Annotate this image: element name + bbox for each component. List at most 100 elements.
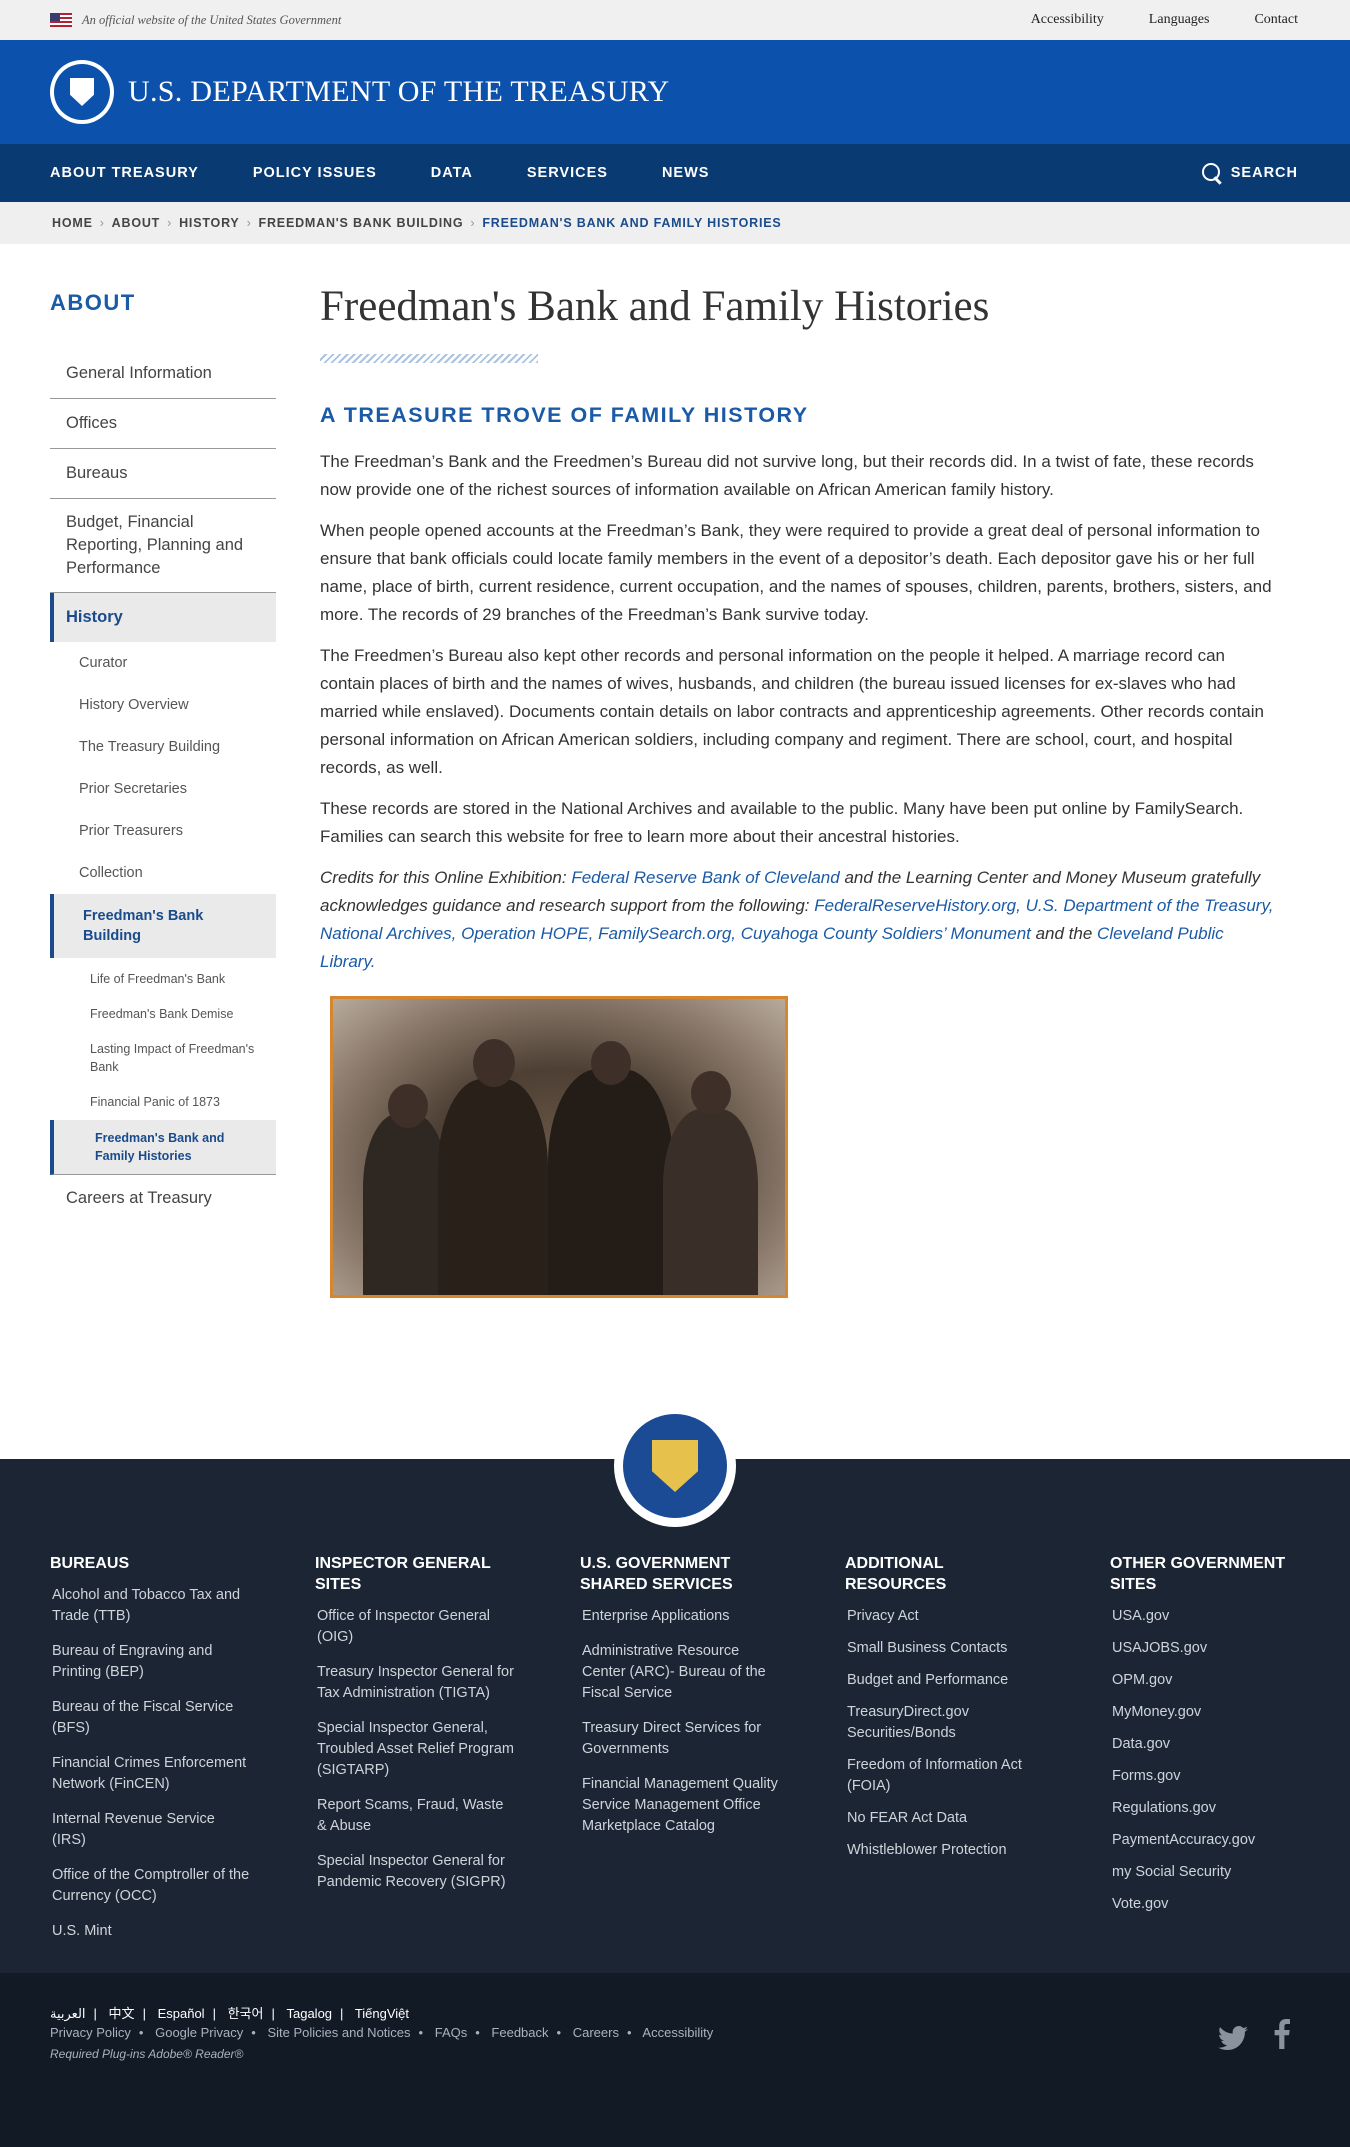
language-link-arabic[interactable]: العربية: [50, 2006, 86, 2021]
footer-link[interactable]: TreasuryDirect.gov Securities/Bonds: [845, 1702, 1045, 1744]
search-label: SEARCH: [1230, 165, 1298, 181]
shield-icon: [70, 78, 94, 106]
language-link-vietnamese[interactable]: TiếngViệt: [355, 2006, 409, 2021]
search-icon: [1201, 162, 1223, 184]
privacy-policy-link[interactable]: Privacy Policy: [50, 2025, 131, 2040]
sidebar-sub2-family-histories[interactable]: Freedman's Bank and Family Histories: [50, 1120, 276, 1175]
footer-link[interactable]: Whistleblower Protection: [845, 1840, 1045, 1861]
feedback-link[interactable]: Feedback: [491, 2025, 548, 2040]
footer-link[interactable]: Enterprise Applications: [580, 1606, 780, 1627]
sidebar-sub2-freedmans-bank-demise[interactable]: Freedman's Bank Demise: [50, 997, 276, 1032]
title-underline: [320, 354, 538, 363]
contact-link[interactable]: Contact: [1254, 12, 1298, 28]
breadcrumb: HOME › ABOUT › HISTORY › FREEDMAN'S BANK BU…: [0, 202, 1350, 244]
footer-link[interactable]: OPM.gov: [1110, 1670, 1310, 1691]
footer-link[interactable]: Treasury Inspector General for Tax Admin…: [315, 1662, 515, 1704]
footer-column-other-sites: OTHER GOVERNMENT SITES USA.gov USAJOBS.g…: [1110, 1553, 1310, 1915]
sidebar-heading: ABOUT: [50, 290, 136, 315]
nav-policy-issues[interactable]: POLICY ISSUES: [253, 165, 377, 181]
sidebar-sub2-financial-panic[interactable]: Financial Panic of 1873: [50, 1085, 276, 1120]
breadcrumb-home[interactable]: HOME: [52, 216, 93, 230]
footer-link[interactable]: Financial Management Quality Service Man…: [580, 1774, 780, 1837]
main-content: Freedman's Bank and Family Histories A T…: [320, 278, 1275, 1298]
chevron-right-icon: ›: [167, 216, 173, 230]
facebook-icon[interactable]: [1274, 2019, 1290, 2057]
sidebar-sub-curator[interactable]: Curator: [50, 642, 276, 684]
paragraph-1: The Freedman’s Bank and the Freedmen’s B…: [320, 452, 1254, 499]
accessibility-footer-link[interactable]: Accessibility: [642, 2025, 713, 2040]
footer-link[interactable]: Special Inspector General for Pandemic R…: [315, 1851, 515, 1893]
nav-services[interactable]: SERVICES: [527, 165, 608, 181]
treasury-seal-logo[interactable]: [50, 60, 114, 124]
footer-link[interactable]: Financial Crimes Enforcement Network (Fi…: [50, 1753, 250, 1795]
footer-link[interactable]: PaymentAccuracy.gov: [1110, 1830, 1310, 1851]
site-header: U.S. DEPARTMENT OF THE TREASURY: [0, 40, 1350, 144]
footer-link[interactable]: Treasury Direct Services for Governments: [580, 1718, 780, 1760]
sidebar-item-budget[interactable]: Budget, Financial Reporting, Planning an…: [50, 499, 276, 593]
footer-link[interactable]: U.S. Mint: [50, 1921, 250, 1942]
footer-link[interactable]: Internal Revenue Service (IRS): [50, 1809, 250, 1851]
sidebar-list: General Information Offices Bureaus Budg…: [50, 349, 276, 1222]
footer-link[interactable]: USA.gov: [1110, 1606, 1310, 1627]
footer-link[interactable]: Regulations.gov: [1110, 1798, 1310, 1819]
careers-link[interactable]: Careers: [573, 2025, 619, 2040]
official-site-text: An official website of the United States…: [82, 12, 342, 27]
footer-link[interactable]: USAJOBS.gov: [1110, 1638, 1310, 1659]
sidebar-item-bureaus[interactable]: Bureaus: [50, 449, 276, 499]
sidebar-sub-collection[interactable]: Collection: [50, 852, 276, 894]
site-policies-link[interactable]: Site Policies and Notices: [267, 2025, 410, 2040]
sidebar-item-history[interactable]: History: [50, 593, 276, 642]
footer-link[interactable]: Privacy Act: [845, 1606, 1045, 1627]
footer-link[interactable]: Budget and Performance: [845, 1670, 1045, 1691]
sidebar-sub-history-overview[interactable]: History Overview: [50, 684, 276, 726]
paragraph-4: These records are stored in the National…: [320, 799, 1244, 846]
footer-link[interactable]: No FEAR Act Data: [845, 1808, 1045, 1829]
accessibility-link[interactable]: Accessibility: [1031, 12, 1104, 28]
sidebar-sub-prior-treasurers[interactable]: Prior Treasurers: [50, 810, 276, 852]
nav-data[interactable]: DATA: [431, 165, 473, 181]
footer-link[interactable]: Report Scams, Fraud, Waste & Abuse: [315, 1795, 515, 1837]
footer-link[interactable]: MyMoney.gov: [1110, 1702, 1310, 1723]
sidebar-item-offices[interactable]: Offices: [50, 399, 276, 449]
google-privacy-link[interactable]: Google Privacy: [155, 2025, 243, 2040]
faqs-link[interactable]: FAQs: [435, 2025, 468, 2040]
sidebar-item-careers[interactable]: Careers at Treasury: [50, 1175, 276, 1222]
gov-banner: An official website of the United States…: [0, 0, 1350, 40]
chevron-right-icon: ›: [246, 216, 252, 230]
twitter-icon[interactable]: [1217, 2026, 1248, 2050]
language-link-chinese[interactable]: 中文: [109, 2006, 135, 2021]
sidebar-sub2-life-of-freedmans-bank[interactable]: Life of Freedman's Bank: [50, 958, 276, 997]
nav-news[interactable]: NEWS: [662, 165, 710, 181]
languages-link[interactable]: Languages: [1149, 12, 1210, 28]
footer-link[interactable]: Bureau of the Fiscal Service (BFS): [50, 1697, 250, 1739]
breadcrumb-about[interactable]: ABOUT: [112, 216, 160, 230]
footer-link[interactable]: Data.gov: [1110, 1734, 1310, 1755]
search-button[interactable]: SEARCH: [1201, 144, 1298, 202]
sidebar-sub-freedmans-bank-building[interactable]: Freedman's Bank Building: [50, 894, 276, 958]
footer-link[interactable]: Forms.gov: [1110, 1766, 1310, 1787]
sidebar-sub2-lasting-impact[interactable]: Lasting Impact of Freedman's Bank: [50, 1032, 276, 1085]
footer-link[interactable]: Special Inspector General, Troubled Asse…: [315, 1718, 515, 1781]
footer-link[interactable]: Small Business Contacts: [845, 1638, 1045, 1659]
footer-link[interactable]: Office of Inspector General (OIG): [315, 1606, 515, 1648]
language-link-korean[interactable]: 한국어: [228, 2006, 264, 2021]
language-link-spanish[interactable]: Español: [158, 2006, 205, 2021]
sidebar-item-general-information[interactable]: General Information: [50, 349, 276, 399]
footer-link[interactable]: Freedom of Information Act (FOIA): [845, 1755, 1045, 1797]
language-link-tagalog[interactable]: Tagalog: [286, 2006, 332, 2021]
breadcrumb-history[interactable]: HISTORY: [179, 216, 239, 230]
footer-link[interactable]: Vote.gov: [1110, 1894, 1310, 1915]
credits-link-frb-cleveland[interactable]: Federal Reserve Bank of Cleveland: [571, 868, 839, 887]
breadcrumb-freedmans-bank-building[interactable]: FREEDMAN'S BANK BUILDING: [259, 216, 464, 230]
footer-link[interactable]: Administrative Resource Center (ARC)- Bu…: [580, 1641, 780, 1704]
sidebar-sub-treasury-building[interactable]: The Treasury Building: [50, 726, 276, 768]
footer-link[interactable]: Office of the Comptroller of the Currenc…: [50, 1865, 250, 1907]
credits-lead: Credits for this Online Exhibition:: [320, 868, 572, 887]
nav-about-treasury[interactable]: ABOUT TREASURY: [50, 165, 199, 181]
footer-link[interactable]: my Social Security: [1110, 1862, 1310, 1883]
footer-link[interactable]: Bureau of Engraving and Printing (BEP): [50, 1641, 250, 1683]
footer-heading: U.S. GOVERNMENT SHARED SERVICES: [580, 1555, 733, 1593]
footer-link[interactable]: Alcohol and Tobacco Tax and Trade (TTB): [50, 1585, 250, 1627]
sidebar-sub-prior-secretaries[interactable]: Prior Secretaries: [50, 768, 276, 810]
site-title[interactable]: U.S. DEPARTMENT OF THE TREASURY: [128, 75, 670, 109]
